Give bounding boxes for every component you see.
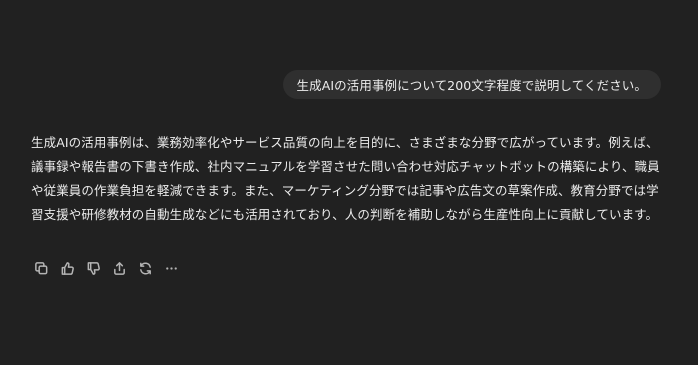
share-button[interactable]	[109, 258, 129, 278]
user-message-text: 生成AIの活用事例について200文字程度で説明してください。	[296, 78, 647, 93]
bad-response-button[interactable]	[83, 258, 103, 278]
copy-icon	[34, 261, 47, 274]
thumbs-down-icon	[87, 261, 100, 275]
regenerate-button[interactable]	[135, 258, 155, 278]
assistant-message-text: 生成AIの活用事例は、業務効率化やサービス品質の向上を目的に、さまざまな分野で広…	[31, 135, 660, 222]
regenerate-icon	[139, 261, 151, 275]
user-message-bubble: 生成AIの活用事例について200文字程度で説明してください。	[282, 70, 661, 99]
more-options-button[interactable]	[161, 258, 181, 278]
message-action-bar	[31, 258, 181, 278]
thumbs-up-icon	[61, 261, 74, 275]
copy-button[interactable]	[31, 258, 51, 278]
good-response-button[interactable]	[57, 258, 77, 278]
chat-page: 生成AIの活用事例について200文字程度で説明してください。 生成AIの活用事例…	[0, 0, 698, 365]
more-options-icon	[165, 266, 177, 270]
share-icon	[113, 261, 125, 275]
